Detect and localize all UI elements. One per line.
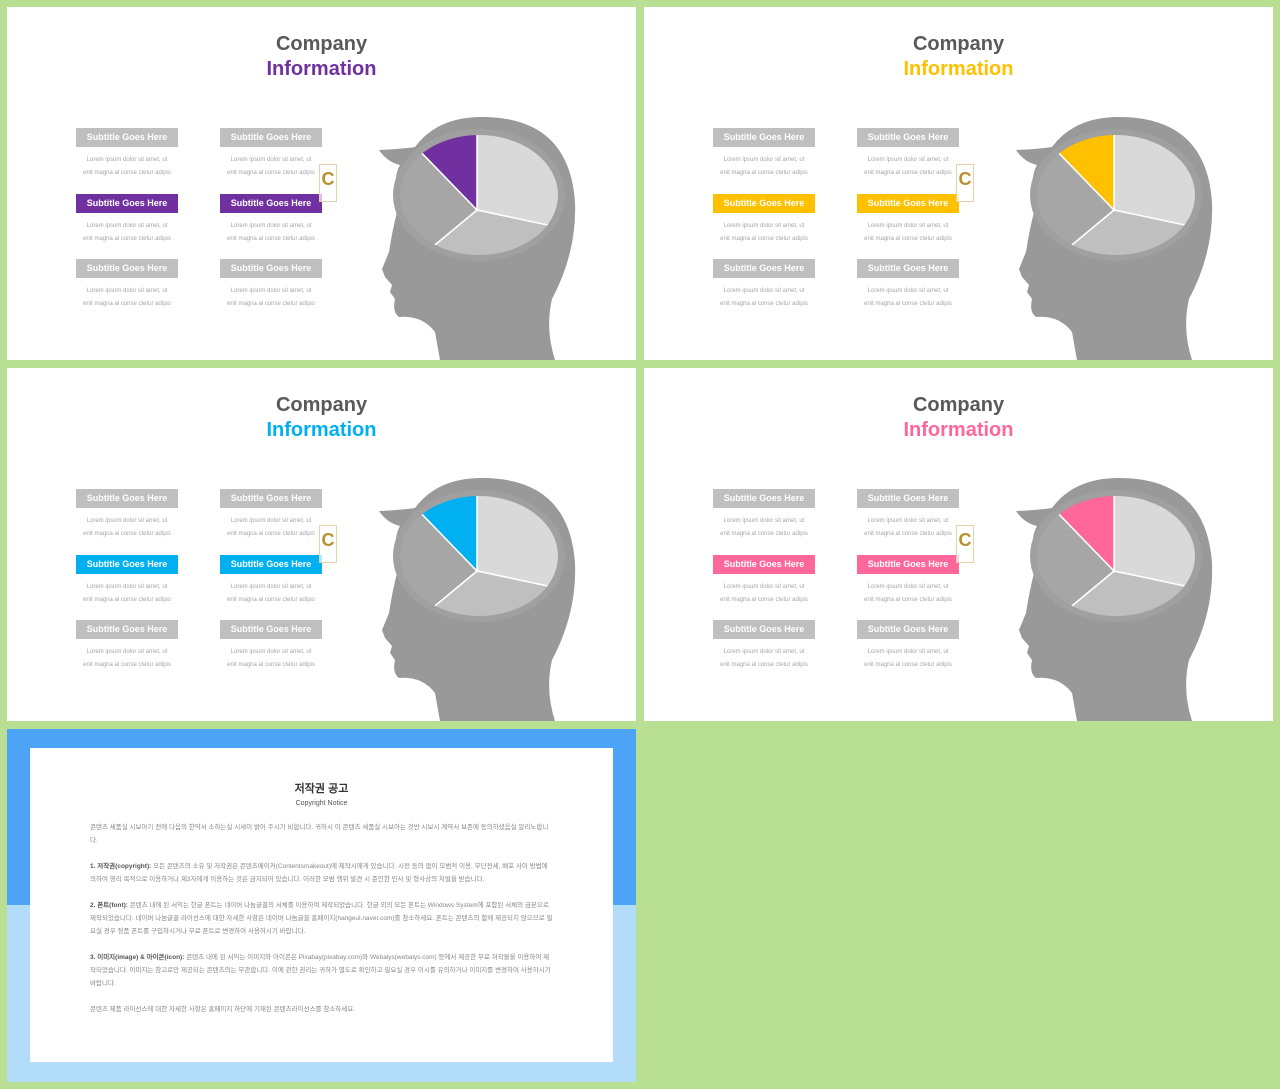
notice-font-heading: 2. 폰트(font): — [90, 902, 128, 909]
slide-3[interactable]: Company Information Subtitle Goes Here Lo… — [7, 368, 636, 721]
slide-2[interactable]: Company Information Subtitle Goes Here Lo… — [644, 7, 1273, 360]
watermark-logo: C — [956, 525, 974, 563]
notice-image-heading: 3. 이미지(image) & 아이콘(icon): — [90, 954, 185, 961]
notice-copyright-heading: 1. 저작권(copyright): — [90, 863, 152, 870]
notice-font-text: 콘텐츠 내에 된 서익는 한글 폰트는 네이버 나눔글꼴의 서체를 이용하여 제… — [90, 902, 553, 935]
watermark-logo: C — [319, 164, 337, 202]
notice-outro: 콘텐츠 제품 라이선스에 대한 자세한 사항은 홈페이지 하단에 기재된 콘텐츠… — [90, 1006, 356, 1013]
slide-1[interactable]: Company Information Subtitle Goes Here Lo… — [7, 7, 636, 360]
slide-4[interactable]: Company Information Subtitle Goes Here Lo… — [644, 368, 1273, 721]
watermark-logo: C — [319, 525, 337, 563]
copyright-notice-slide: 저작권 공고 Copyright Notice 콘텐츠 세품실 시보아기 전에 … — [7, 729, 636, 1082]
notice-card: 저작권 공고 Copyright Notice 콘텐츠 세품실 시보아기 전에 … — [30, 748, 613, 1062]
watermark-logo: C — [956, 164, 974, 202]
notice-copyright-text: 모든 콘텐츠의 소유 및 저작권은 콘텐츠메이커(Contentsmakeout… — [90, 863, 548, 883]
notice-image: 3. 이미지(image) & 아이콘(icon): 콘텐츠 내에 된 서익는 … — [90, 951, 553, 990]
notice-title: 저작권 공고 — [294, 783, 349, 795]
notice-font: 2. 폰트(font): 콘텐츠 내에 된 서익는 한글 폰트는 네이버 나눔글… — [90, 899, 553, 938]
notice-intro: 콘텐츠 세품실 시보아기 전에 다음의 한약서 소하는실 시세이 밝어 주시기 … — [90, 824, 549, 844]
notice-subtitle: Copyright Notice — [295, 800, 348, 807]
notice-copyright: 1. 저작권(copyright): 모든 콘텐츠의 소유 및 저작권은 콘텐츠… — [90, 860, 553, 886]
